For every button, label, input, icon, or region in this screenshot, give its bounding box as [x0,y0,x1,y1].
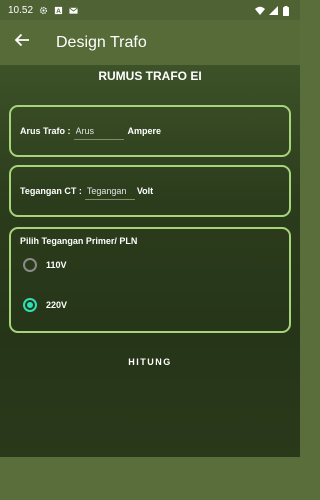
radio-110v[interactable]: 110V [23,258,67,272]
volt-unit: Volt [136,186,154,196]
back-button[interactable] [0,20,44,65]
arus-label: Arus Trafo : [20,126,71,136]
status-time: 10.52 [8,4,34,16]
page-title: RUMUS TRAFO EI [98,69,202,83]
settings-icon [39,6,48,15]
signal-icon [269,5,278,15]
radio-220v-label: 220V [46,300,68,310]
battery-icon [283,5,292,16]
hitung-button[interactable]: HITUNG [110,350,190,374]
mail-icon [69,6,78,15]
main-content: RUMUS TRAFO EI Arus Trafo : Ampere Tegan… [0,65,300,457]
radio-220v-circle[interactable] [23,298,37,312]
bottom-band [0,457,300,500]
tegangan-label: Tegangan CT : [20,186,82,196]
hitung-label: HITUNG [128,357,172,367]
arrow-left-icon [14,32,30,53]
radio-220v[interactable]: 220V [23,298,67,312]
ampere-unit: Ampere [127,126,162,136]
radio-110v-label: 110V [46,260,67,270]
wifi-icon [255,6,265,15]
tegangan-row: Tegangan CT : Volt [20,167,153,215]
radio-110v-circle[interactable] [23,258,37,272]
status-bar: 10.52 A [0,0,300,20]
app-bar: Design Trafo [0,20,300,65]
sim-icon: A [54,6,63,15]
primer-card: Pilih Tegangan Primer/ PLN 110V 220V [9,227,291,333]
arus-row: Arus Trafo : Ampere [20,107,161,155]
svg-text:A: A [56,7,61,14]
arus-input[interactable] [73,122,124,140]
arus-card: Arus Trafo : Ampere [9,105,291,157]
tegangan-input[interactable] [84,182,135,200]
primer-title: Pilih Tegangan Primer/ PLN [20,236,138,246]
app-title: Design Trafo [56,33,147,51]
tegangan-card: Tegangan CT : Volt [9,165,291,217]
